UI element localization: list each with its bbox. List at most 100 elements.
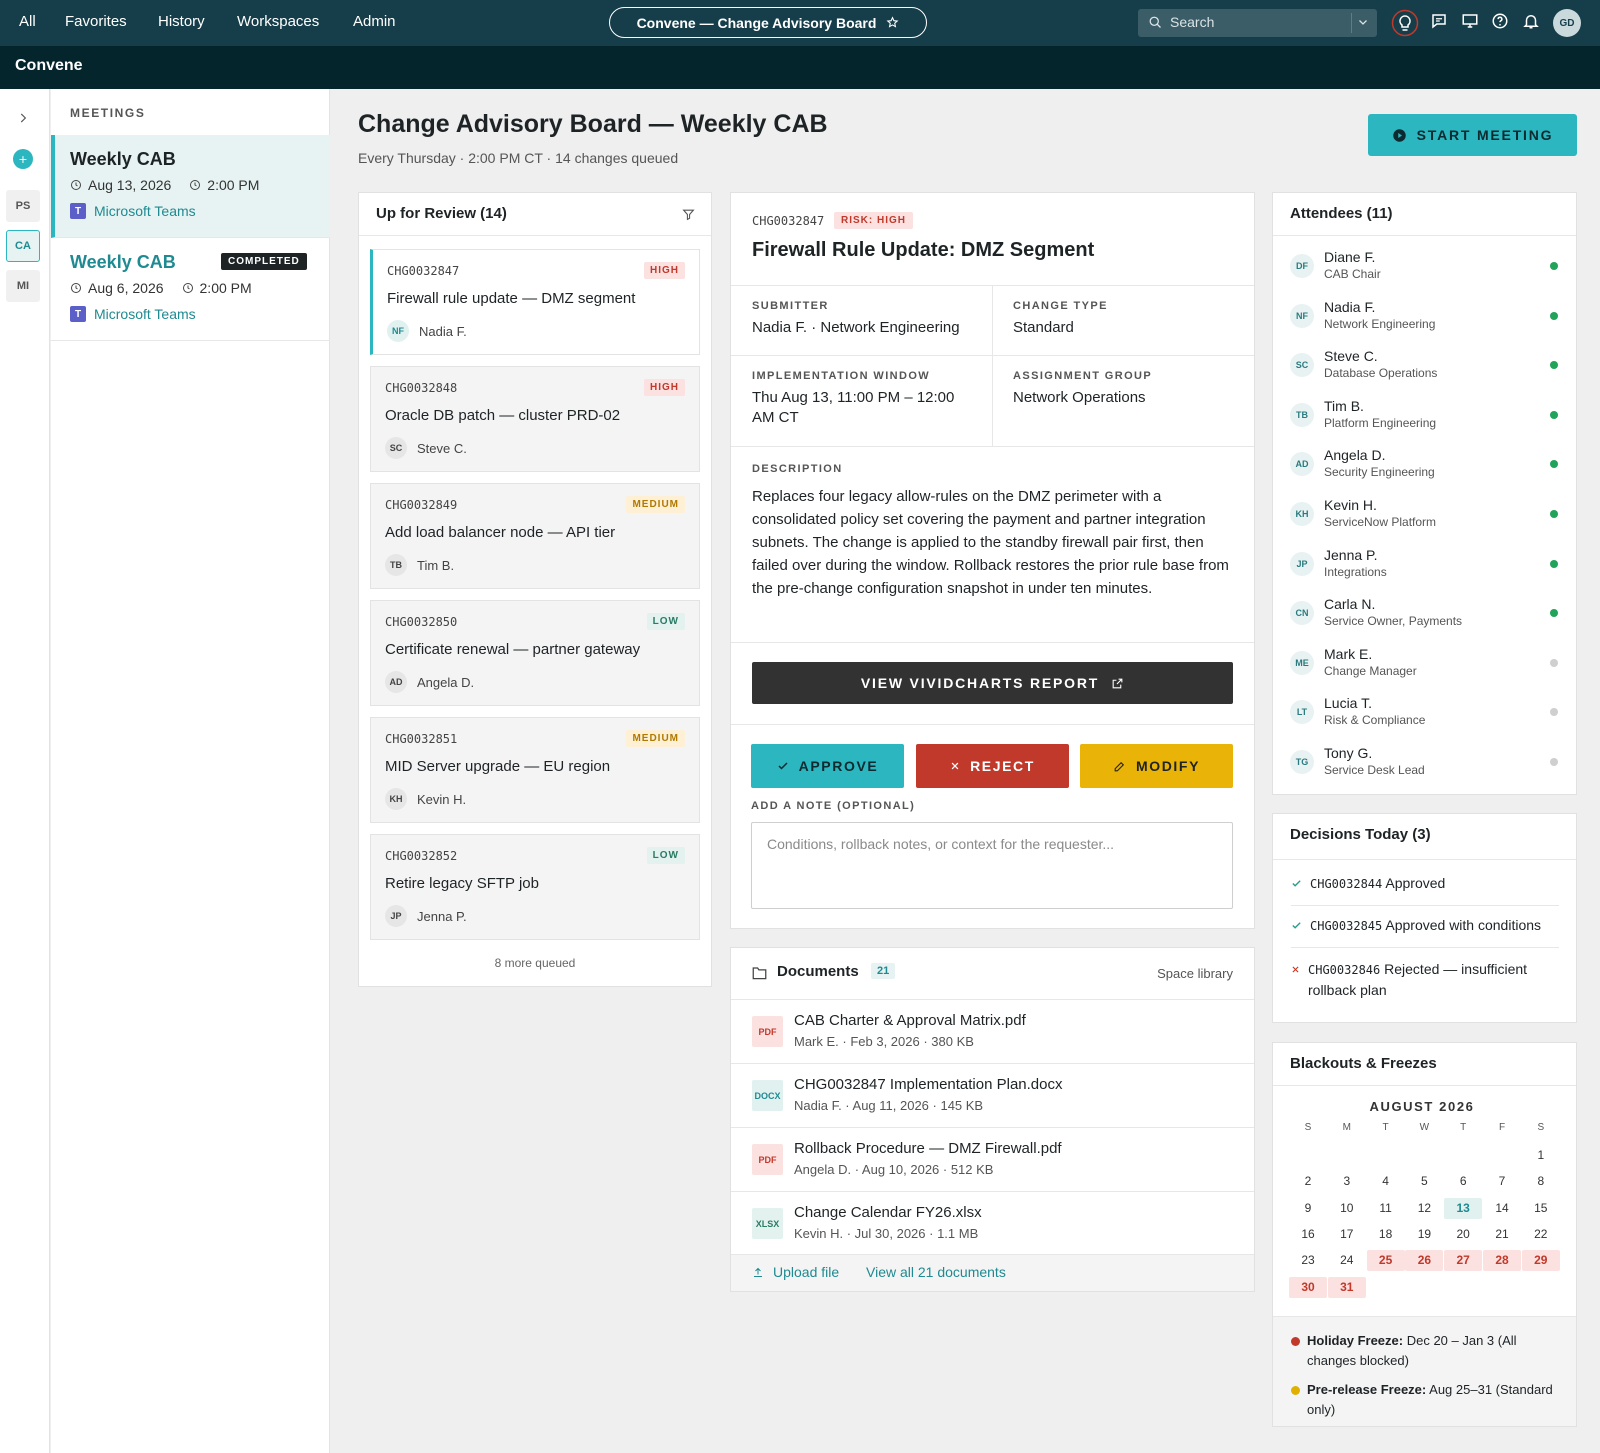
calendar-day[interactable]: 7 (1483, 1171, 1521, 1192)
avatar: CN (1290, 601, 1314, 626)
meeting-platform-label: Microsoft Teams (94, 306, 196, 322)
document-item[interactable]: PDF CAB Charter & Approval Matrix.pdf Ma… (731, 999, 1254, 1063)
attendee-item[interactable]: AD Angela D. Security Engineering (1290, 441, 1560, 490)
decision-item[interactable]: CHG0032846 Rejected — insufficient rollb… (1291, 959, 1559, 1000)
calendar-day[interactable]: 9 (1289, 1198, 1327, 1219)
attendee-item[interactable]: CN Carla N. Service Owner, Payments (1290, 590, 1560, 639)
rail-item-ca[interactable]: CA (6, 230, 40, 262)
approve-button[interactable]: APPROVE (751, 744, 904, 788)
attendee-item[interactable]: NF Nadia F. Network Engineering (1290, 293, 1560, 342)
calendar-day[interactable]: 8 (1522, 1171, 1560, 1192)
calendar-day[interactable]: 31 (1327, 1276, 1366, 1298)
review-item[interactable]: CHG0032851 MEDIUM MID Server upgrade — E… (370, 717, 700, 823)
rail-item-ps[interactable]: PS (6, 190, 40, 222)
document-item[interactable]: DOCX CHG0032847 Implementation Plan.docx… (731, 1063, 1254, 1127)
calendar-day[interactable]: 15 (1522, 1198, 1560, 1219)
calendar-day[interactable]: 12 (1405, 1198, 1443, 1219)
calendar-day[interactable]: 16 (1289, 1224, 1327, 1245)
calendar-day[interactable]: 13 (1444, 1197, 1483, 1219)
nav-workspaces[interactable]: Workspaces (237, 13, 319, 30)
search-input[interactable]: Search (1138, 9, 1377, 37)
calendar-day[interactable]: 26 (1405, 1250, 1444, 1272)
calendar-day[interactable]: 21 (1483, 1224, 1521, 1245)
nav-all[interactable]: All (19, 13, 36, 30)
nav-history[interactable]: History (158, 13, 205, 30)
chevron-down-icon[interactable] (1357, 16, 1369, 28)
change-id: CHG0032848 (385, 381, 458, 395)
calendar-day[interactable]: 6 (1444, 1171, 1482, 1192)
space-library-link[interactable]: Space library (1157, 966, 1233, 981)
upload-file-link[interactable]: Upload file (773, 1264, 839, 1280)
attendee-item[interactable]: JP Jenna P. Integrations (1290, 541, 1560, 590)
calendar-day[interactable]: 23 (1289, 1250, 1327, 1271)
attendee-item[interactable]: TB Tim B. Platform Engineering (1290, 392, 1560, 441)
attendee-item[interactable]: ME Mark E. Change Manager (1290, 640, 1560, 689)
calendar-day[interactable]: 30 (1289, 1276, 1327, 1298)
divider (1273, 235, 1576, 236)
calendar-day[interactable]: 18 (1367, 1224, 1405, 1245)
calendar-day[interactable]: 4 (1367, 1171, 1405, 1192)
lightbulb-icon[interactable] (1391, 9, 1419, 37)
help-icon[interactable] (1491, 12, 1509, 30)
calendar-day[interactable]: 27 (1444, 1250, 1483, 1272)
bell-icon[interactable] (1522, 12, 1540, 30)
review-item[interactable]: CHG0032849 MEDIUM Add load balancer node… (370, 483, 700, 589)
avatar: NF (387, 320, 409, 342)
meeting-platform[interactable]: T Microsoft Teams (70, 306, 196, 322)
presence-dot (1550, 708, 1558, 717)
calendar-day[interactable]: 24 (1328, 1250, 1366, 1271)
calendar-day[interactable]: 22 (1522, 1224, 1560, 1245)
divider (731, 355, 1254, 356)
calendar-day[interactable]: 29 (1521, 1250, 1560, 1272)
start-meeting-button[interactable]: START MEETING (1368, 114, 1577, 156)
attendee-item[interactable]: LT Lucia T. Risk & Compliance (1290, 689, 1560, 738)
document-item[interactable]: PDF Rollback Procedure — DMZ Firewall.pd… (731, 1127, 1254, 1191)
add-icon[interactable]: + (13, 149, 33, 169)
calendar-day[interactable]: 28 (1483, 1250, 1521, 1272)
review-item[interactable]: CHG0032848 HIGH Oracle DB patch — cluste… (370, 366, 700, 472)
brand-bar: Convene (0, 46, 1600, 89)
nav-favorites[interactable]: Favorites (65, 13, 127, 30)
workspace-pill[interactable]: Convene — Change Advisory Board (609, 7, 927, 38)
calendar-day[interactable]: 11 (1367, 1198, 1405, 1219)
modify-button[interactable]: MODIFY (1080, 744, 1233, 788)
pdf-icon: PDF (752, 1016, 783, 1047)
attendee-item[interactable]: KH Kevin H. ServiceNow Platform (1290, 491, 1560, 540)
review-item[interactable]: CHG0032850 LOW Certificate renewal — par… (370, 600, 700, 706)
view-report-button[interactable]: VIEW VIVIDCHARTS REPORT (752, 662, 1233, 704)
view-all-documents-link[interactable]: View all 21 documents (866, 1264, 1006, 1280)
meeting-item[interactable]: Weekly CAB COMPLETED Aug 6, 2026 2:00 PM… (51, 238, 330, 341)
decision-item[interactable]: CHG0032845 Approved with conditions (1291, 917, 1541, 933)
meeting-platform[interactable]: T Microsoft Teams (70, 203, 196, 219)
calendar-day[interactable]: 19 (1405, 1224, 1443, 1245)
chat-icon[interactable] (1430, 12, 1448, 30)
review-item[interactable]: CHG0032852 LOW Retire legacy SFTP job JP… (370, 834, 700, 940)
calendar-day[interactable]: 20 (1444, 1224, 1482, 1245)
calendar-day[interactable]: 1 (1522, 1145, 1560, 1166)
more-queued[interactable]: 8 more queued (359, 956, 711, 970)
document-item[interactable]: XLSX Change Calendar FY26.xlsx Kevin H. … (731, 1191, 1254, 1255)
review-item[interactable]: CHG0032847 HIGH Firewall rule update — D… (370, 249, 700, 355)
user-avatar[interactable]: GD (1553, 9, 1581, 37)
reject-button[interactable]: REJECT (916, 744, 1069, 788)
calendar-day[interactable]: 17 (1328, 1224, 1366, 1245)
decision-item[interactable]: CHG0032844 Approved (1291, 875, 1445, 891)
risk-badge: HIGH (644, 262, 685, 279)
attendee-item[interactable]: TG Tony G. Service Desk Lead (1290, 739, 1560, 788)
star-icon[interactable] (886, 16, 899, 29)
note-textarea[interactable]: Conditions, rollback notes, or context f… (751, 822, 1233, 909)
meeting-item[interactable]: Weekly CAB Aug 13, 2026 2:00 PM T Micros… (51, 135, 330, 238)
calendar-day[interactable]: 10 (1328, 1198, 1366, 1219)
attendee-item[interactable]: DF Diane F. CAB Chair (1290, 243, 1560, 292)
calendar-day[interactable]: 25 (1366, 1250, 1405, 1272)
calendar-day[interactable]: 5 (1405, 1171, 1443, 1192)
attendee-item[interactable]: SC Steve C. Database Operations (1290, 342, 1560, 391)
calendar-day[interactable]: 3 (1328, 1171, 1366, 1192)
chevron-right-icon[interactable] (16, 111, 30, 125)
filter-icon[interactable] (682, 208, 695, 221)
calendar-day[interactable]: 2 (1289, 1171, 1327, 1192)
rail-item-mi[interactable]: MI (6, 270, 40, 302)
nav-admin[interactable]: Admin (353, 13, 396, 30)
calendar-day[interactable]: 14 (1483, 1198, 1521, 1219)
monitor-icon[interactable] (1461, 12, 1479, 30)
